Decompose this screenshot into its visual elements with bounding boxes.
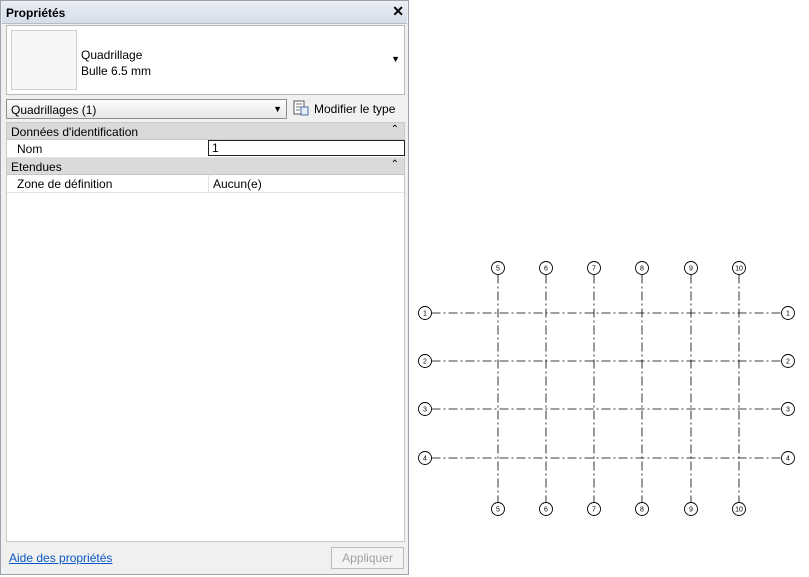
group-extents[interactable]: Etendues ⌃: [7, 158, 404, 175]
chevron-down-icon[interactable]: ▼: [391, 54, 400, 64]
drawing-canvas: 5 5 6 6 7 7 8 8 9 9 10 10 1 1 2 2 3 3 4 4: [418, 261, 795, 516]
grid-bubble-label: 3: [786, 407, 790, 414]
grid-bubble-bottom-10[interactable]: 10: [732, 502, 746, 516]
collapse-chevron-icon[interactable]: ⌃: [391, 159, 399, 170]
instance-filter-dropdown[interactable]: Quadrillages (1) ▼: [6, 99, 287, 119]
apply-button[interactable]: Appliquer: [331, 547, 404, 569]
grid-bubbles: 5 5 6 6 7 7 8 8 9 9 10 10 1 1 2 2 3 3 4 4: [418, 261, 795, 516]
panel-title: Propriétés: [6, 6, 66, 20]
grid-bubble-top-5[interactable]: 5: [491, 261, 505, 275]
type-selector[interactable]: Quadrillage Bulle 6.5 mm ▼: [6, 25, 405, 95]
group-identity-data[interactable]: Données d'identification ⌃: [7, 123, 404, 140]
grid-bubble-label: 4: [423, 456, 427, 463]
grid-bubble-label: 9: [689, 507, 693, 514]
scope-box-value[interactable]: Aucun(e): [208, 175, 405, 192]
grid-bubble-right-1[interactable]: 1: [781, 306, 795, 320]
edit-type-label: Modifier le type: [314, 102, 396, 116]
grid-bubble-top-7[interactable]: 7: [587, 261, 601, 275]
grid-bubble-top-10[interactable]: 10: [732, 261, 746, 275]
grid-lines: [431, 274, 782, 503]
grid-bubble-label: 3: [423, 407, 427, 414]
grid-bubble-right-2[interactable]: 2: [781, 354, 795, 368]
grid-bubble-left-3[interactable]: 3: [418, 402, 432, 416]
edit-type-icon: [293, 100, 309, 116]
grid-bubble-top-8[interactable]: 8: [635, 261, 649, 275]
grid-bubble-label: 6: [544, 266, 548, 273]
name-value-input[interactable]: [208, 140, 405, 156]
grid-bubble-bottom-6[interactable]: 6: [539, 502, 553, 516]
property-value: Aucun(e): [213, 177, 262, 191]
type-preview-thumbnail: [11, 30, 77, 90]
chevron-down-icon[interactable]: ▼: [273, 104, 282, 114]
grid-bubble-label: 8: [640, 266, 644, 273]
collapse-chevron-icon[interactable]: ⌃: [391, 124, 399, 135]
type-family-name: Quadrillage: [81, 48, 143, 62]
group-label: Données d'identification: [11, 125, 139, 139]
grid-bubble-label: 10: [735, 266, 743, 273]
grid-bubble-label: 9: [689, 266, 693, 273]
grid-bubble-label: 7: [592, 507, 596, 514]
grid-bubble-label: 4: [786, 456, 790, 463]
grid-bubble-label: 7: [592, 266, 596, 273]
group-label: Etendues: [11, 160, 62, 174]
grid-bubble-bottom-8[interactable]: 8: [635, 502, 649, 516]
grid-bubble-label: 2: [786, 359, 790, 366]
grid-bubble-label: 8: [640, 507, 644, 514]
properties-panel: Propriétés ✕ Quadrillage Bulle 6.5 mm ▼ …: [0, 0, 409, 575]
grid-bubble-bottom-9[interactable]: 9: [684, 502, 698, 516]
grid-bubble-label: 2: [423, 359, 427, 366]
grid-bubble-bottom-5[interactable]: 5: [491, 502, 505, 516]
grid-bubble-left-2[interactable]: 2: [418, 354, 432, 368]
grid-bubble-right-3[interactable]: 3: [781, 402, 795, 416]
edit-type-button[interactable]: Modifier le type: [293, 98, 407, 120]
grid-bubble-top-6[interactable]: 6: [539, 261, 553, 275]
property-row-name: Nom: [7, 140, 405, 158]
grid-bubble-label: 1: [423, 311, 427, 318]
type-name: Bulle 6.5 mm: [81, 64, 152, 78]
grid-bubble-label: 5: [496, 266, 500, 273]
grid-bubble-left-1[interactable]: 1: [418, 306, 432, 320]
property-name: Zone de définition: [17, 177, 113, 191]
panel-titlebar: Propriétés ✕: [2, 2, 407, 24]
properties-grid: Données d'identification ⌃ Nom Etendues …: [6, 122, 405, 542]
grid-bubble-top-9[interactable]: 9: [684, 261, 698, 275]
grid-bubble-label: 1: [786, 311, 790, 318]
help-link[interactable]: Aide des propriétés: [9, 551, 112, 565]
close-icon[interactable]: ✕: [392, 3, 404, 20]
grid-bubble-left-4[interactable]: 4: [418, 451, 432, 465]
grid-bubble-bottom-7[interactable]: 7: [587, 502, 601, 516]
filter-dropdown-value: Quadrillages (1): [11, 103, 97, 117]
grid-bubble-label: 5: [496, 507, 500, 514]
grid-bubble-right-4[interactable]: 4: [781, 451, 795, 465]
grid-bubble-label: 6: [544, 507, 548, 514]
grid-bubble-label: 10: [735, 507, 743, 514]
property-row-scope-box: Zone de définition Aucun(e): [7, 175, 404, 193]
property-name: Nom: [17, 142, 43, 156]
